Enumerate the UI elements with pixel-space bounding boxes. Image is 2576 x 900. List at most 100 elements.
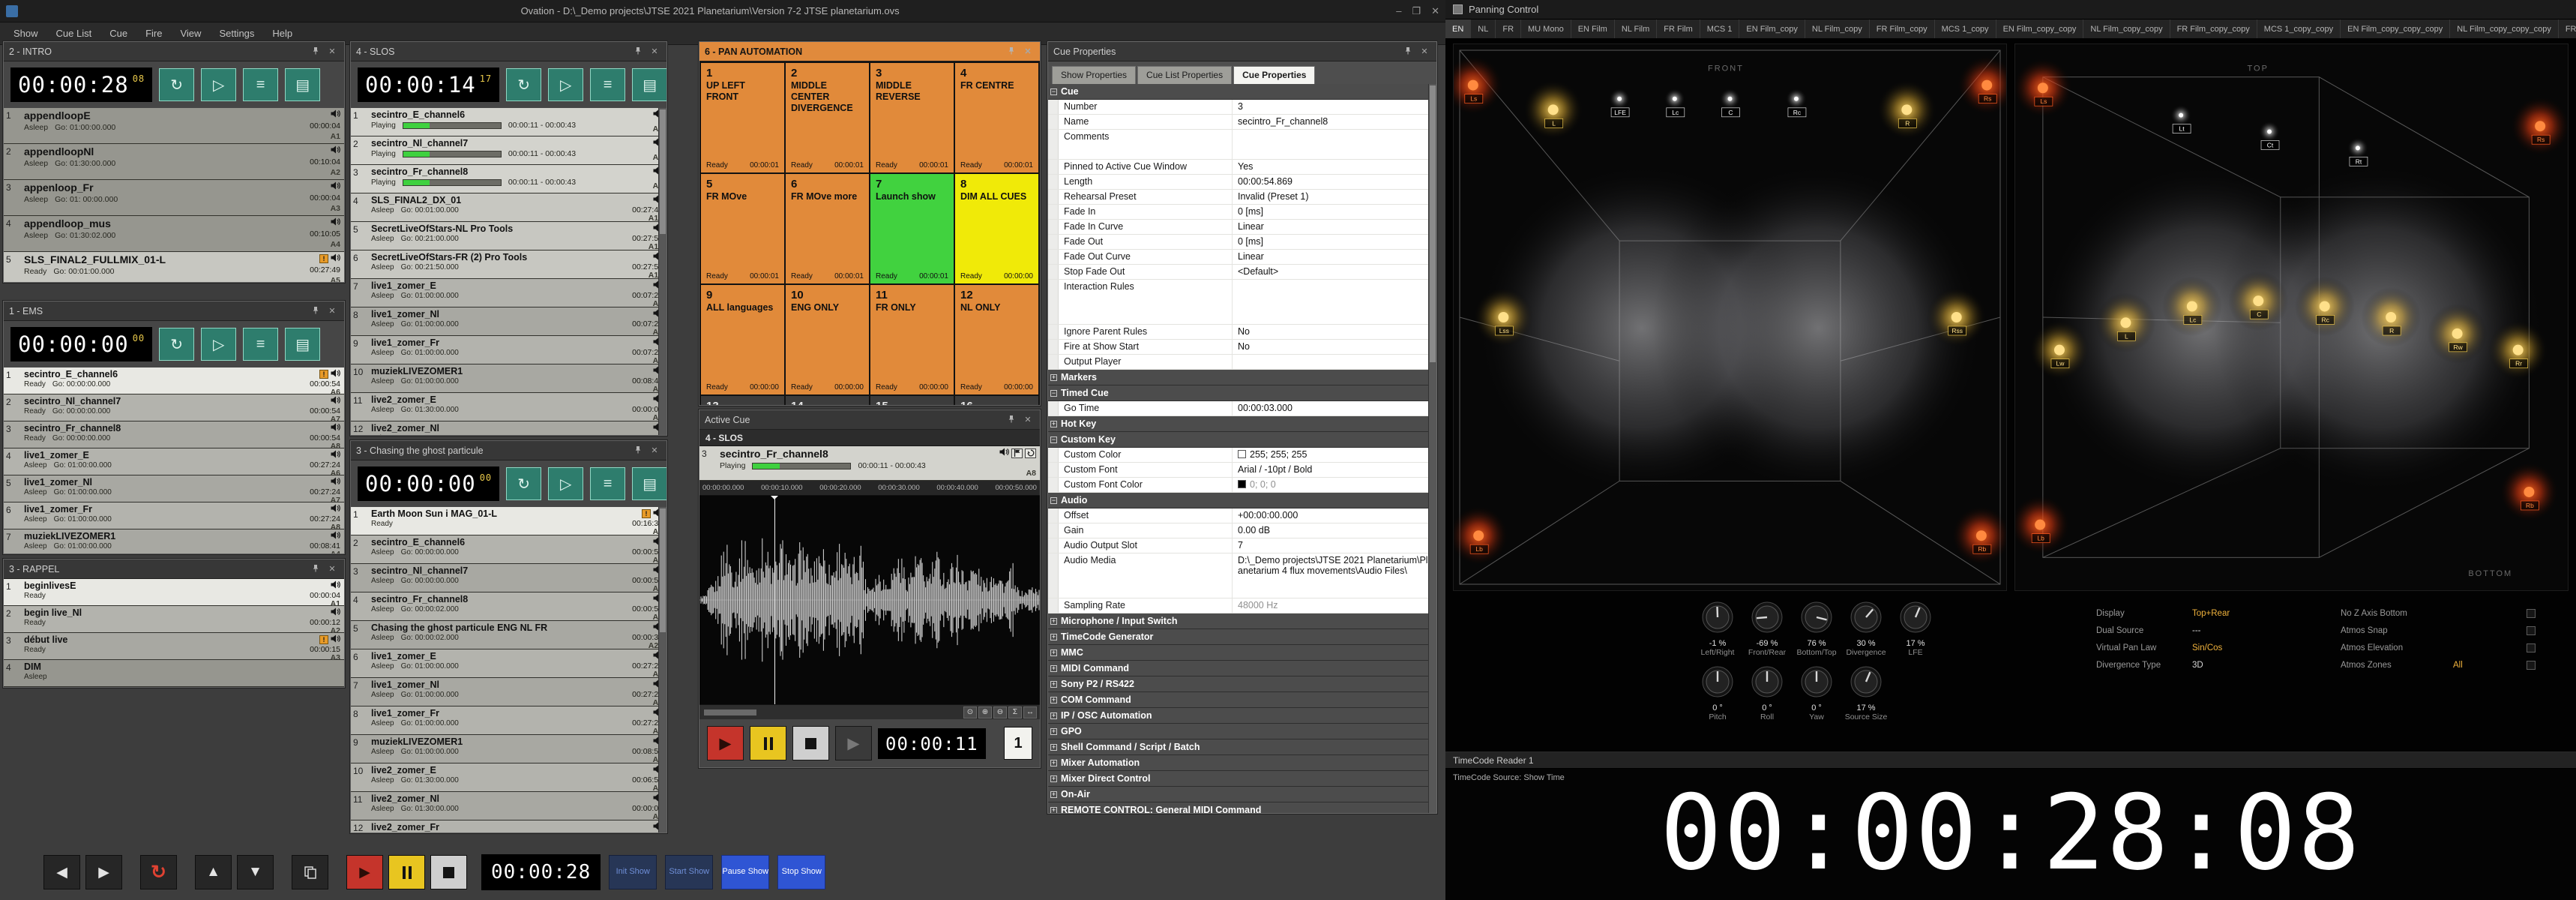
expander-icon[interactable]: + — [1050, 421, 1057, 428]
section-markers[interactable]: +Markers — [1048, 370, 1436, 386]
pan-cue-button-10[interactable]: 10ENG ONLYReady00:00:00 — [786, 285, 869, 394]
cue-row[interactable]: 4live1_zomer_EAsleepGo: 01:00:00.00000:2… — [4, 448, 344, 476]
pin-icon[interactable] — [309, 564, 322, 574]
move-up-button[interactable]: ▲ — [195, 855, 232, 890]
property-row-comments[interactable]: Comments — [1048, 130, 1436, 160]
cue-play-button[interactable]: ▶ — [707, 726, 744, 760]
cue-row[interactable]: 8live1_zomer_NlAsleepGo: 01:00:00.00000:… — [351, 308, 666, 336]
cue-row[interactable]: 5live1_zomer_NlAsleepGo: 01:00:00.00000:… — [4, 476, 344, 502]
play-button[interactable]: ▶ — [346, 855, 383, 890]
property-row-custom-font-color[interactable]: Custom Font Color0; 0; 0 — [1048, 478, 1436, 493]
cue-row[interactable]: 12live2_zomer_FrAsleepGo: 01:30:00.00000… — [351, 820, 666, 832]
grid-view-button[interactable]: ▤ — [632, 467, 667, 500]
cue-row[interactable]: 2secintro_Nl_channel7Playing00:00:11 - 0… — [351, 136, 666, 165]
section-custom-key[interactable]: −Custom Key — [1048, 432, 1436, 448]
pan-tab-fr-film-copy-copy[interactable]: FR Film_copy_copy — [2170, 20, 2257, 38]
stop-show-button[interactable]: Stop Show — [777, 855, 825, 890]
expander-icon[interactable]: + — [1050, 712, 1057, 719]
cue-row[interactable]: 1Earth Moon Sun i MAG_01-LReady!00:16:34… — [351, 507, 666, 536]
cue-row[interactable]: 2secintro_E_channel6AsleepGo: 00:00:00.0… — [351, 536, 666, 564]
property-row-number[interactable]: Number3 — [1048, 100, 1436, 115]
property-row-audio-media[interactable]: Audio MediaD:\_Demo projects\JTSE 2021 P… — [1048, 554, 1436, 598]
pan-cue-button-9[interactable]: 9ALL languagesReady00:00:00 — [701, 285, 784, 394]
reload-show-button[interactable]: ↻ — [140, 855, 177, 890]
flag-button[interactable] — [1011, 448, 1023, 458]
expander-icon[interactable]: − — [1050, 497, 1057, 504]
pin-icon[interactable] — [631, 446, 645, 456]
cue-row[interactable]: 4DIMAsleep — [4, 660, 344, 687]
property-row-audio-output-slot[interactable]: Audio Output Slot7 — [1048, 538, 1436, 554]
cue-next-button[interactable]: ▶ — [835, 726, 872, 760]
menu-view[interactable]: View — [172, 25, 208, 42]
zoom-button-3[interactable]: Σ — [1008, 706, 1022, 718]
cue-row[interactable]: 8live1_zomer_FrAsleepGo: 01:00:00.00000:… — [351, 706, 666, 735]
expander-icon[interactable]: + — [1050, 697, 1057, 704]
cue-row[interactable]: 12live2_zomer_NlAsleepGo: 01:30:00.00000… — [351, 422, 666, 435]
section-on-air[interactable]: +On-Air — [1048, 787, 1436, 802]
section-remote-control-general-midi-command[interactable]: +REMOTE CONTROL: General MIDI Command — [1048, 802, 1436, 813]
menu-cue-list[interactable]: Cue List — [49, 25, 100, 42]
expander-icon[interactable]: + — [1050, 650, 1057, 656]
property-row-fire-at-show-start[interactable]: Fire at Show StartNo — [1048, 340, 1436, 355]
section-midi-command[interactable]: +MIDI Command — [1048, 661, 1436, 676]
section-timed-cue[interactable]: −Timed Cue — [1048, 386, 1436, 401]
cue-row[interactable]: 1beginlivesEReady00:00:04A1 — [4, 579, 344, 606]
cue-row[interactable]: 7muziekLIVEZOMER1AsleepGo: 01:00:00.0000… — [4, 530, 344, 554]
pin-icon[interactable] — [309, 306, 322, 316]
fire-button[interactable]: ▷ — [201, 68, 236, 101]
pan-cue-button-5[interactable]: 5FR MOveReady00:00:01 — [701, 174, 784, 284]
close-icon[interactable]: ✕ — [325, 46, 339, 56]
section-ip-osc-automation[interactable]: +IP / OSC Automation — [1048, 708, 1436, 724]
expander-icon[interactable]: + — [1050, 791, 1057, 798]
cue-row[interactable]: 3secintro_Fr_channel8ReadyGo: 00:00:00.0… — [4, 422, 344, 448]
pan-cue-button-15[interactable]: 15 — [870, 396, 954, 405]
cue-row[interactable]: 3secintro_Fr_channel8Playing00:00:11 - 0… — [699, 446, 1040, 481]
cue-row[interactable]: 4appendloop_musAsleepGo: 01:30:02.00000:… — [4, 216, 344, 252]
cue-row[interactable]: 3appenloop_FrAsleepGo: 01: 00:00.00000:0… — [4, 180, 344, 216]
pan-cue-button-14[interactable]: 14 — [786, 396, 869, 405]
expander-icon[interactable]: + — [1050, 807, 1057, 814]
property-row-fade-out-curve[interactable]: Fade Out CurveLinear — [1048, 250, 1436, 265]
knob-source-size[interactable]: 17 %Source Size — [1841, 664, 1891, 722]
property-row-gain[interactable]: Gain0.00 dB — [1048, 524, 1436, 538]
option-value[interactable]: 3D — [2192, 661, 2203, 670]
property-row-custom-color[interactable]: Custom Color255; 255; 255 — [1048, 448, 1436, 463]
pin-icon[interactable] — [631, 46, 645, 57]
cue-row[interactable]: 3secintro_Nl_channel7AsleepGo: 00:00:00.… — [351, 564, 666, 592]
pan-tab-nl-film-copy-copy-copy[interactable]: NL Film_copy_copy_copy — [2450, 20, 2559, 38]
section-hot-key[interactable]: +Hot Key — [1048, 416, 1436, 432]
cue-row[interactable]: 11live2_zomer_NlAsleepGo: 01:30:00.00000… — [351, 792, 666, 820]
section-sony-p2-rs422[interactable]: +Sony P2 / RS422 — [1048, 676, 1436, 692]
pan-tab-nl[interactable]: NL — [1471, 20, 1496, 38]
knob-dial[interactable] — [1799, 600, 1834, 634]
maximize-icon[interactable]: ❐ — [1412, 5, 1421, 17]
tab-cue-properties[interactable]: Cue Properties — [1233, 66, 1315, 84]
knob-lfe[interactable]: 17 %LFE — [1891, 600, 1940, 657]
section-timecode-generator[interactable]: +TimeCode Generator — [1048, 629, 1436, 645]
cue-row[interactable]: 2begin live_NlReady00:00:12A2 — [4, 606, 344, 633]
cue-row[interactable]: 5SLS_FINAL2_FULLMIX_01-LReadyGo: 00:01:0… — [4, 252, 344, 282]
zoom-button-0[interactable]: ⊙ — [963, 706, 977, 718]
properties-scrollbar[interactable] — [1428, 84, 1436, 813]
expander-icon[interactable]: − — [1050, 436, 1057, 443]
close-icon[interactable]: ✕ — [325, 564, 339, 574]
start-show-button[interactable]: Start Show — [665, 855, 713, 890]
pan-cue-button-2[interactable]: 2MIDDLE CENTER DIVERGENCEReady00:00:01 — [786, 63, 869, 172]
checkbox[interactable] — [2527, 644, 2536, 652]
cue-row[interactable]: 6live1_zomer_FrAsleepGo: 01:00:00.00000:… — [4, 502, 344, 530]
pause-button[interactable] — [388, 855, 425, 890]
init-show-button[interactable]: Init Show — [609, 855, 657, 890]
section-shell-command-script-batch[interactable]: +Shell Command / Script / Batch — [1048, 740, 1436, 755]
pan-tab-en-film[interactable]: EN Film — [1571, 20, 1615, 38]
property-row-offset[interactable]: Offset+00:00:00.000 — [1048, 508, 1436, 524]
pan-tab-mcs-1-copy[interactable]: MCS 1_copy — [1935, 20, 1996, 38]
knob-dial[interactable] — [1898, 600, 1933, 634]
pan-cue-button-3[interactable]: 3MIDDLE REVERSEReady00:00:01 — [870, 63, 954, 172]
cue-row[interactable]: 11live2_zomer_EAsleepGo: 01:30:00.00000:… — [351, 393, 666, 422]
knob-dial[interactable] — [1799, 664, 1834, 699]
section-mixer-automation[interactable]: +Mixer Automation — [1048, 755, 1436, 771]
loop-button[interactable]: ↻ — [159, 68, 194, 101]
expander-icon[interactable]: + — [1050, 760, 1057, 766]
cue-row[interactable]: 6live1_zomer_EAsleepGo: 01:00:00.00000:2… — [351, 650, 666, 678]
expander-icon[interactable]: + — [1050, 728, 1057, 735]
